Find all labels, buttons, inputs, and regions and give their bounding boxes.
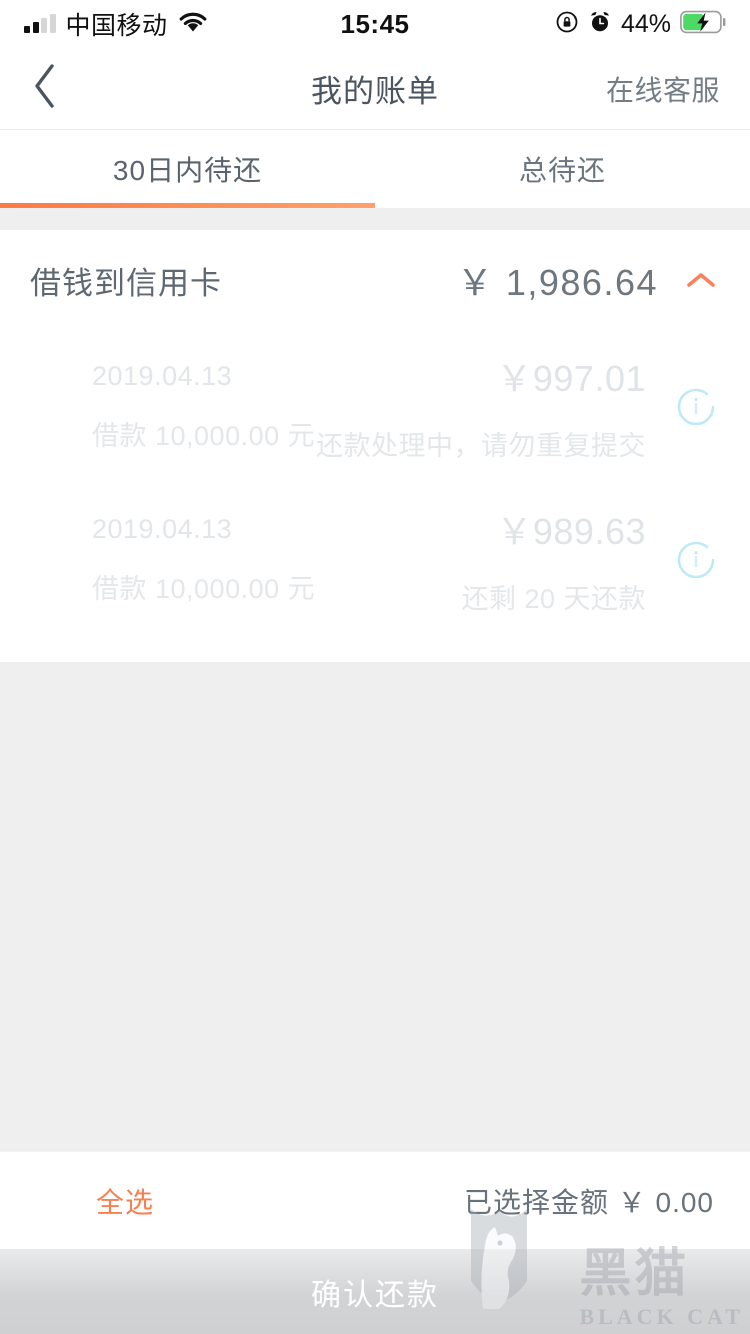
wifi-icon xyxy=(178,11,208,38)
rotation-lock-icon xyxy=(555,10,579,39)
bill-group-amount: ￥ 1,986.64 xyxy=(456,262,658,303)
confirm-repayment-button[interactable]: 确认还款 xyxy=(0,1249,750,1334)
bill-row-left: 2019.04.13 借款 10,000.00 元 xyxy=(92,361,315,453)
status-bar-right: 44% xyxy=(555,10,726,39)
bill-group-card: 借钱到信用卡 ￥ 1,986.64 2019.04.13 借款 10,000.0… xyxy=(0,230,750,662)
nav-bar: 我的账单 在线客服 xyxy=(0,48,750,130)
app-screen: 中国移动 15:45 44% 我的账单 在线客服 30日内待还 总待还 借钱到信… xyxy=(0,0,750,1334)
bill-amount: ￥997.01 xyxy=(496,358,646,399)
select-all-button[interactable]: 全选 xyxy=(96,1181,154,1221)
bill-row-right: ￥989.63 还剩 20 天还款 xyxy=(461,503,646,616)
loading-circle-icon[interactable] xyxy=(672,383,720,431)
bill-date: 2019.04.13 xyxy=(92,360,233,391)
bill-amount: ￥989.63 xyxy=(496,511,646,552)
bill-row-right: ￥997.01 还款处理中，请勿重复提交 xyxy=(316,350,646,463)
tab-active-indicator xyxy=(0,203,375,208)
battery-percent-label: 44% xyxy=(620,9,671,38)
bill-status: 还剩 20 天还款 xyxy=(461,584,646,614)
signal-bars-icon xyxy=(24,14,56,33)
chevron-left-icon xyxy=(30,62,60,115)
bill-row-content: 2019.04.13 借款 10,000.00 元 ￥997.01 还款处理中，… xyxy=(92,350,646,463)
bill-group-header[interactable]: 借钱到信用卡 ￥ 1,986.64 xyxy=(0,230,750,330)
bill-principal: 借款 10,000.00 元 xyxy=(92,420,316,451)
alarm-clock-icon xyxy=(588,10,612,39)
loading-circle-icon[interactable] xyxy=(672,536,720,584)
status-bar-left: 中国移动 xyxy=(24,6,208,42)
bill-group-title: 借钱到信用卡 xyxy=(30,265,222,301)
bill-row[interactable]: 2019.04.13 借款 10,000.00 元 ￥997.01 还款处理中，… xyxy=(0,330,750,483)
selected-amount-label: 已选择金额 ￥ 0.00 xyxy=(463,1186,714,1218)
status-bar: 中国移动 15:45 44% xyxy=(0,0,750,48)
tab-total-due[interactable]: 总待还 xyxy=(375,130,750,208)
bill-principal: 借款 10,000.00 元 xyxy=(92,573,316,604)
bill-status: 还款处理中，请勿重复提交 xyxy=(316,431,646,461)
bill-list-scroll-area[interactable]: 借钱到信用卡 ￥ 1,986.64 2019.04.13 借款 10,000.0… xyxy=(0,208,750,1151)
back-button[interactable] xyxy=(30,59,90,119)
tab-bar: 30日内待还 总待还 xyxy=(0,130,750,208)
battery-charging-icon xyxy=(680,10,726,39)
chevron-up-icon[interactable] xyxy=(684,263,718,297)
bill-row[interactable]: 2019.04.13 借款 10,000.00 元 ￥989.63 还剩 20 … xyxy=(0,483,750,636)
bill-row-left: 2019.04.13 借款 10,000.00 元 xyxy=(92,514,315,606)
bill-row-content: 2019.04.13 借款 10,000.00 元 ￥989.63 还剩 20 … xyxy=(92,503,646,616)
online-service-button[interactable]: 在线客服 xyxy=(606,69,720,109)
bill-date: 2019.04.13 xyxy=(92,513,233,544)
carrier-label: 中国移动 xyxy=(65,12,168,40)
tab-due-in-30-days[interactable]: 30日内待还 xyxy=(0,130,375,208)
selection-bar: 全选 已选择金额 ￥ 0.00 xyxy=(0,1151,750,1249)
